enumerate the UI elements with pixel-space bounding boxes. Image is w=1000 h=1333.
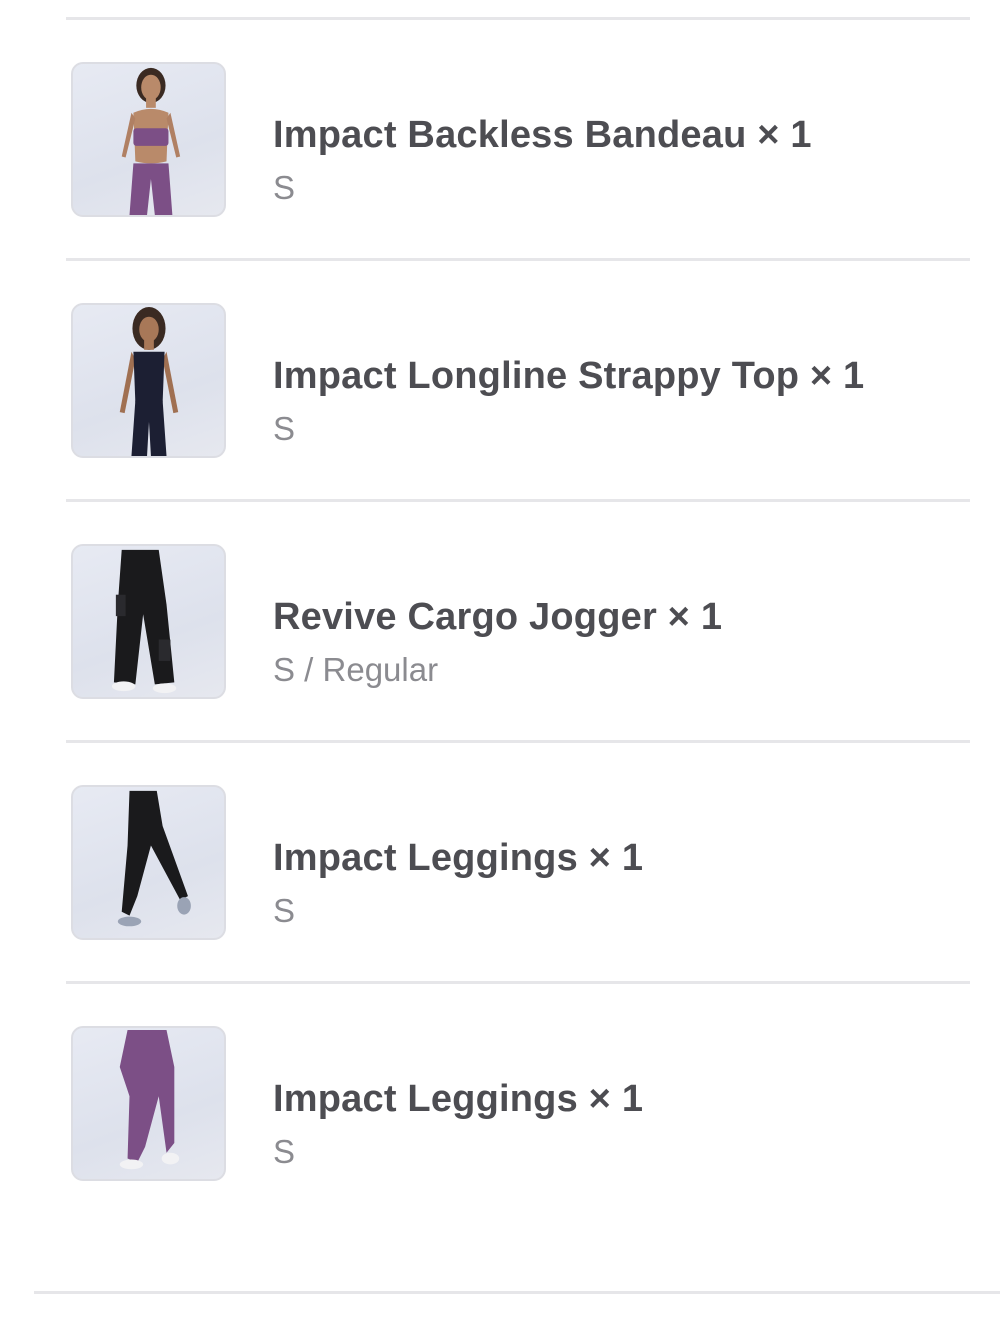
product-variant: S	[273, 169, 296, 206]
list-item[interactable]: Revive Cargo Jogger × 1 S / Regular	[0, 502, 1000, 743]
product-variant: S	[273, 892, 296, 929]
product-image-bandeau	[121, 67, 181, 215]
product-image-strappy-top	[119, 306, 179, 456]
divider	[34, 1291, 1000, 1294]
product-variant: S	[273, 410, 296, 447]
product-image	[71, 62, 226, 217]
product-image	[71, 303, 226, 458]
product-image-cargo-jogger	[111, 549, 177, 694]
product-variant: S	[273, 1133, 296, 1170]
product-title[interactable]: Impact Longline Strappy Top × 1	[273, 355, 864, 398]
product-image	[71, 544, 226, 699]
list-item[interactable]: Impact Leggings × 1 S	[0, 743, 1000, 984]
list-item[interactable]: Impact Longline Strappy Top × 1 S	[0, 261, 1000, 502]
product-title[interactable]: Impact Backless Bandeau × 1	[273, 114, 812, 157]
list-item[interactable]: Impact Leggings × 1 S	[0, 984, 1000, 1225]
product-variant: S / Regular	[273, 651, 439, 688]
product-title[interactable]: Impact Leggings × 1	[273, 1078, 643, 1121]
list-item[interactable]: Impact Backless Bandeau × 1 S	[0, 20, 1000, 261]
product-title[interactable]: Impact Leggings × 1	[273, 837, 643, 880]
product-image	[71, 1026, 226, 1181]
product-image	[71, 785, 226, 940]
product-title[interactable]: Revive Cargo Jogger × 1	[273, 596, 722, 639]
product-image-purple-leggings	[119, 1029, 180, 1170]
product-image-black-leggings	[117, 790, 191, 927]
